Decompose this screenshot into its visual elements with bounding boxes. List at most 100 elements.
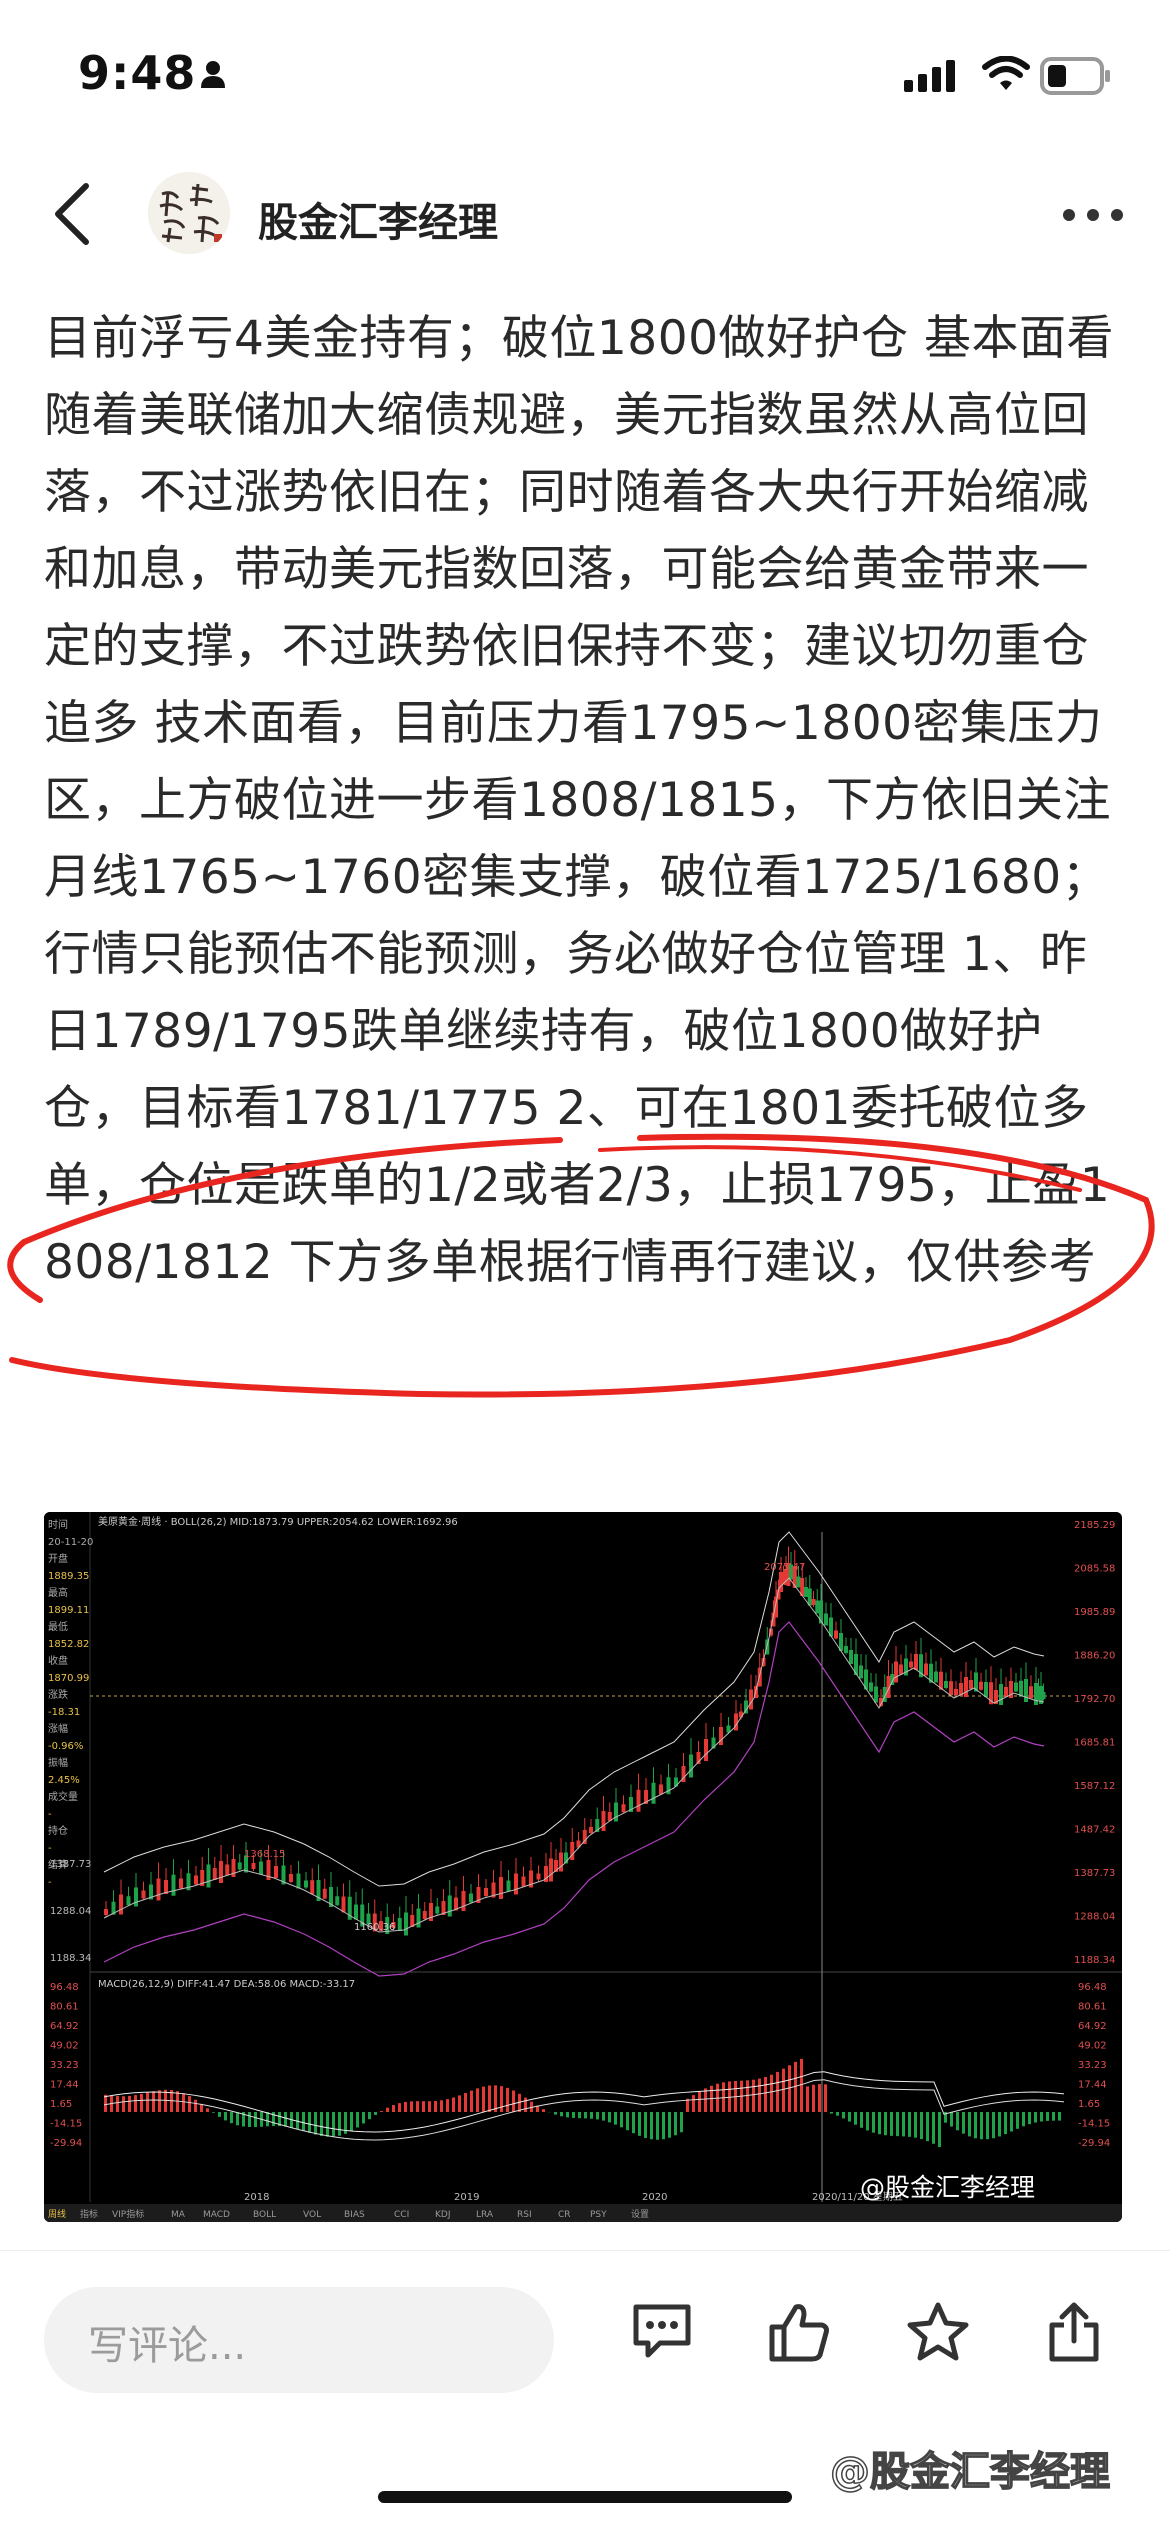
macd-bar bbox=[920, 2112, 923, 2139]
chart-sidebar-text: 成交量 bbox=[48, 1790, 78, 1803]
macd-bar bbox=[572, 2112, 575, 2118]
candle-body bbox=[924, 1664, 928, 1676]
macd-bar bbox=[308, 2112, 311, 2133]
macd-tick-label: 1.65 bbox=[1078, 2099, 1100, 2110]
macd-bar bbox=[398, 2103, 401, 2112]
candle-body bbox=[949, 1681, 953, 1695]
low-price-label: 1160.36 bbox=[354, 1922, 395, 1933]
macd-bar bbox=[788, 2065, 791, 2112]
candle-body bbox=[899, 1665, 903, 1675]
candle-body bbox=[808, 1589, 812, 1606]
macd-bar bbox=[152, 2091, 155, 2112]
candle-body bbox=[537, 1874, 541, 1880]
mid-high-price-label: 1368.15 bbox=[244, 1849, 285, 1860]
macd-bar bbox=[374, 2112, 377, 2115]
avatar[interactable] bbox=[148, 172, 230, 254]
left-price-tick: 1188.34 bbox=[50, 1953, 91, 1964]
macd-bar bbox=[434, 2101, 437, 2112]
macd-bar bbox=[614, 2112, 617, 2125]
macd-bar bbox=[248, 2112, 251, 2127]
chart-tab: BOLL bbox=[253, 2210, 276, 2220]
candle-body bbox=[979, 1682, 983, 1690]
candle-body bbox=[954, 1689, 958, 1695]
author-name[interactable]: 股金汇李经理 bbox=[258, 190, 498, 248]
chart-tab: LRA bbox=[476, 2210, 494, 2220]
comment-input[interactable]: 写评论... bbox=[44, 2287, 554, 2393]
candle-body bbox=[824, 1614, 828, 1626]
chart-sidebar-text: 最低 bbox=[48, 1620, 68, 1633]
chart-sidebar-text: 收盘 bbox=[48, 1654, 68, 1667]
macd-bar bbox=[386, 2108, 389, 2112]
macd-bar bbox=[662, 2112, 665, 2139]
status-bar: 9:48 bbox=[0, 0, 1170, 150]
macd-bar bbox=[752, 2080, 755, 2112]
macd-bar bbox=[800, 2059, 803, 2112]
macd-bar bbox=[224, 2112, 227, 2120]
year-label: 2020 bbox=[642, 2192, 667, 2203]
macd-bar bbox=[704, 2088, 707, 2112]
candle-body bbox=[157, 1879, 161, 1901]
macd-bar bbox=[830, 2112, 833, 2114]
macd-bar bbox=[776, 2072, 779, 2112]
candle-body bbox=[462, 1891, 466, 1911]
chart-tab: MA bbox=[171, 2210, 186, 2220]
macd-bar bbox=[128, 2096, 131, 2112]
macd-bar bbox=[1028, 2112, 1031, 2124]
candle-body bbox=[774, 1597, 778, 1618]
candle-body bbox=[134, 1888, 138, 1907]
candle-body bbox=[969, 1680, 973, 1689]
candle-body bbox=[142, 1891, 146, 1899]
candle-body bbox=[259, 1862, 263, 1875]
candle-body bbox=[797, 1577, 801, 1588]
macd-bar bbox=[116, 2096, 119, 2112]
chart-tab: 设置 bbox=[631, 2209, 649, 2220]
chart-tab: 周线 bbox=[48, 2208, 66, 2220]
macd-bar bbox=[146, 2093, 149, 2112]
chart-sidebar-text: 持仓 bbox=[48, 1824, 68, 1837]
gold-weekly-chart[interactable]: 美原黄金·周线 · BOLL(26,2) MID:1873.79 UPPER:2… bbox=[44, 1512, 1122, 2222]
macd-left-tick: 1.65 bbox=[50, 2099, 72, 2110]
macd-bar bbox=[380, 2111, 383, 2112]
back-arrow-icon[interactable] bbox=[50, 182, 94, 246]
candle-body bbox=[179, 1879, 183, 1889]
macd-bar bbox=[140, 2094, 143, 2112]
candle-body bbox=[1014, 1683, 1018, 1692]
comment-icon[interactable] bbox=[630, 2301, 694, 2361]
macd-bar bbox=[656, 2112, 659, 2140]
macd-bar bbox=[158, 2090, 161, 2112]
candle-body bbox=[304, 1881, 308, 1888]
macd-bar bbox=[650, 2112, 653, 2139]
macd-bar bbox=[998, 2112, 1001, 2136]
candle-body bbox=[622, 1804, 626, 1812]
candle-body bbox=[342, 1897, 346, 1913]
macd-bar bbox=[356, 2112, 359, 2127]
left-price-tick: 1387.73 bbox=[50, 1859, 91, 1870]
candle-body bbox=[219, 1861, 223, 1883]
candle-body bbox=[297, 1874, 301, 1889]
macd-bar bbox=[194, 2100, 197, 2112]
home-indicator[interactable] bbox=[378, 2491, 792, 2503]
price-tick-label: 1487.42 bbox=[1074, 1825, 1115, 1836]
macd-bar bbox=[842, 2112, 845, 2118]
macd-bar bbox=[302, 2112, 305, 2131]
chart-tab: BIAS bbox=[344, 2210, 365, 2220]
macd-bar bbox=[938, 2112, 941, 2147]
macd-tick-label: 49.02 bbox=[1078, 2041, 1107, 2052]
macd-bar bbox=[212, 2112, 215, 2113]
candle-body bbox=[914, 1654, 918, 1670]
share-icon[interactable] bbox=[1046, 2301, 1102, 2363]
candle-body bbox=[549, 1859, 553, 1882]
macd-bar bbox=[104, 2095, 107, 2112]
macd-bar bbox=[680, 2112, 683, 2132]
macd-bar bbox=[362, 2112, 365, 2123]
more-options-icon[interactable] bbox=[1062, 208, 1124, 222]
macd-bar bbox=[836, 2112, 839, 2116]
like-icon[interactable] bbox=[768, 2301, 830, 2363]
macd-bar bbox=[596, 2112, 599, 2119]
macd-tick-label: 33.23 bbox=[1078, 2060, 1107, 2071]
candle-body bbox=[815, 1601, 819, 1614]
footer-watermark: @股金汇李经理 bbox=[830, 2439, 1110, 2497]
macd-bar bbox=[584, 2112, 587, 2118]
macd-bar bbox=[860, 2112, 863, 2128]
star-icon[interactable] bbox=[906, 2301, 970, 2363]
